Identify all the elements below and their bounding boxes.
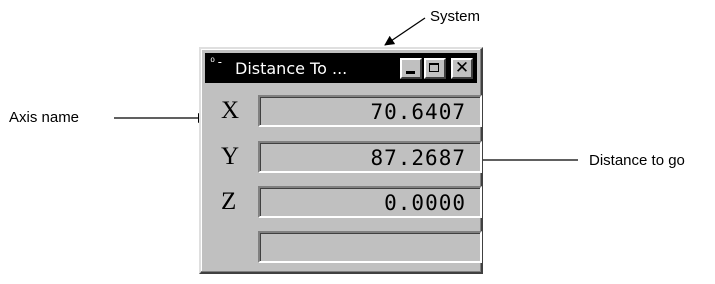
system-arrow: [384, 17, 426, 46]
maximize-icon: [429, 63, 439, 72]
close-icon: ✕: [454, 58, 470, 78]
minimize-icon: [406, 71, 415, 74]
axis-label: Z: [221, 188, 237, 215]
minimize-button[interactable]: [400, 58, 422, 79]
maximize-button[interactable]: [424, 58, 446, 79]
close-button[interactable]: ✕: [451, 58, 473, 79]
distance-value: 70.6407: [370, 100, 466, 124]
distance-to-go-window: ᴼ- Distance To ... ✕ X 70.6407 Y 87.2687…: [199, 47, 483, 274]
axis-label: X: [221, 97, 240, 124]
distance-field: 87.2687: [258, 141, 482, 173]
window-title: Distance To ...: [235, 59, 348, 78]
distance-value: 0.0000: [384, 191, 466, 215]
title-bar[interactable]: ᴼ- Distance To ... ✕: [205, 53, 477, 83]
system-menu-icon[interactable]: ᴼ-: [209, 56, 231, 78]
distance-field: 0.0000: [258, 186, 482, 218]
distance-field: [258, 231, 482, 263]
distance-field: 70.6407: [258, 95, 482, 127]
axis-label: Y: [221, 143, 240, 170]
distance-value: 87.2687: [370, 146, 466, 170]
